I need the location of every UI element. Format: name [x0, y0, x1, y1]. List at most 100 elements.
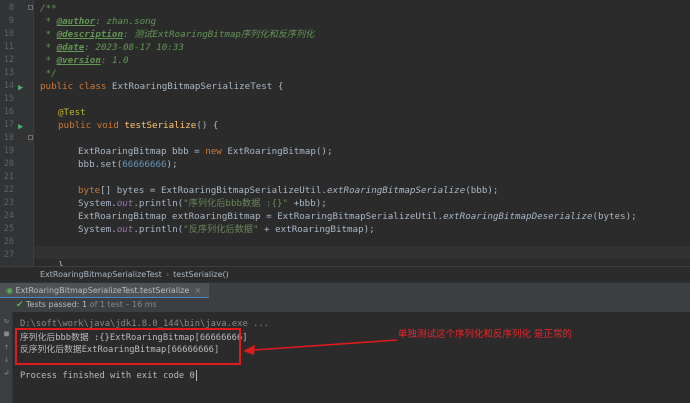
arrow-down-icon[interactable]: ↓ [2, 355, 11, 364]
line-number: 11 [3, 42, 14, 52]
number-literal: 66666666 [122, 159, 167, 170]
keyword: byte [78, 185, 101, 196]
code-line: byte[] bytes = ExtRoaringBitmapSerialize… [78, 184, 498, 197]
code-text: System. [78, 224, 117, 235]
javadoc-description: * @description: 测试ExtRoaringBitmap序列化和反序… [40, 29, 315, 40]
code-text: +bbb); [288, 198, 327, 209]
line-number: 15 [3, 94, 14, 104]
code-text: ); [166, 159, 178, 170]
fold-icon[interactable] [28, 5, 33, 10]
check-icon: ✔ [16, 300, 24, 310]
wrap-icon[interactable]: ↲ [2, 368, 11, 377]
string-literal: "反序列化后数据" [183, 224, 259, 235]
line-number: 24 [3, 211, 14, 221]
line-number: 18 [3, 133, 14, 143]
javadoc-value: : 测试ExtRoaringBitmap序列化和反序列化 [123, 29, 315, 40]
javadoc-open: /** [40, 3, 57, 14]
keyword: public void [58, 120, 125, 131]
javadoc-value: : zhan.song [95, 16, 157, 27]
run-tab-label: ExtRoaringBitmapSerializeTest.testSerial… [15, 286, 190, 295]
string-literal: "序列化后bbb数据 :{}" [183, 198, 289, 209]
arrow-up-icon[interactable]: ↑ [2, 342, 11, 351]
annotation-arrow [243, 339, 398, 355]
line-number: 8 [8, 3, 14, 13]
method-params: () { [196, 120, 219, 131]
code-text: .println( [133, 224, 184, 235]
javadoc-value: : 1.0 [100, 55, 129, 66]
code-line: System.out.println("序列化后bbb数据 :{}" +bbb)… [78, 197, 327, 210]
exit-message: Process finished with exit code 0 [20, 371, 195, 381]
arrow-head [243, 345, 255, 355]
javadoc-author: * @author: zhan.song [40, 16, 157, 27]
javadoc-tag: @author [56, 16, 96, 27]
closing-brace: } [58, 260, 64, 266]
close-icon[interactable]: × [194, 286, 201, 295]
run-toolbar: ↻ ■ ↑ ↓ ↲ [0, 312, 13, 403]
test-status-bar: ✔ Tests passed: 1 of 1 test – 16 ms [0, 298, 690, 312]
line-number: 23 [3, 198, 14, 208]
code-text: ExtRoaringBitmap(); [221, 146, 333, 157]
line-number: 26 [3, 237, 14, 247]
editor-gutter[interactable]: 8 9 10 11 12 13 14 15 16 17 18 19 20 21 … [0, 0, 34, 266]
fold-icon[interactable] [28, 135, 33, 140]
arrow-line [253, 339, 398, 351]
tests-passed-text: Tests passed: 1 of 1 test – 16 ms [26, 298, 157, 312]
javadoc-tag: @description [56, 29, 123, 40]
line-number: 19 [3, 146, 14, 156]
annotation-text: 单独测试这个序列化和反序列化 是正常的 [398, 329, 573, 340]
breadcrumb-method[interactable]: testSerialize() [173, 270, 229, 279]
class-declaration: public class ExtRoaringBitmapSerializeTe… [40, 80, 283, 93]
class-name: ExtRoaringBitmapSerializeTest [111, 81, 273, 92]
current-line-highlight [34, 246, 690, 259]
line-number: 16 [3, 107, 14, 117]
console-exit-line: Process finished with exit code 0 [20, 370, 197, 382]
code-text: .println( [133, 198, 184, 209]
line-number: 17 [3, 120, 14, 130]
test-config-icon: ◉ [6, 286, 13, 295]
brace: { [272, 81, 284, 92]
code-text: bbb.set( [78, 159, 123, 170]
code-editor[interactable]: 8 9 10 11 12 13 14 15 16 17 18 19 20 21 … [0, 0, 690, 266]
code-text: ExtRoaringBitmap extRoaringBitmap = ExtR… [78, 211, 444, 222]
method-declaration: public void testSerialize() { [58, 119, 218, 132]
code-text: + extRoaringBitmap); [258, 224, 375, 235]
code-text: [] bytes = ExtRoaringBitmapSerializeUtil… [100, 185, 327, 196]
code-text: (bytes); [592, 211, 637, 222]
breadcrumb-class[interactable]: ExtRoaringBitmapSerializeTest [40, 270, 162, 279]
code-line: ExtRoaringBitmap bbb = new ExtRoaringBit… [78, 145, 332, 158]
breadcrumb-separator: › [165, 270, 170, 279]
code-line: System.out.println("反序列化后数据" + extRoarin… [78, 223, 375, 236]
rerun-icon[interactable]: ↻ [2, 316, 11, 325]
code-text: ExtRoaringBitmap bbb = [78, 146, 206, 157]
stop-icon[interactable]: ■ [2, 329, 11, 338]
run-tab[interactable]: ◉ ExtRoaringBitmapSerializeTest.testSeri… [0, 283, 210, 299]
text-caret [195, 370, 197, 381]
static-method: extRoaringBitmapSerialize [326, 185, 466, 196]
tests-passed-label: Tests passed: [26, 300, 80, 309]
test-annotation: @Test [58, 107, 86, 118]
tests-passed-detail: of 1 test – 16 ms [89, 300, 157, 309]
line-number: 27 [3, 250, 14, 260]
javadoc-date: * @date: 2023-08-17 10:33 [40, 42, 184, 53]
run-test-icon[interactable]: ▶ [18, 123, 27, 132]
javadoc-tag: @date [56, 42, 85, 53]
line-number: 21 [3, 172, 14, 182]
run-test-icon[interactable]: ▶ [18, 84, 27, 93]
line-number: 13 [3, 68, 14, 78]
javadoc-tag: @version [56, 55, 101, 66]
static-field: out [116, 224, 134, 235]
static-field: out [116, 198, 134, 209]
javadoc-close: */ [40, 68, 57, 79]
line-number: 14 [3, 81, 14, 91]
line-number: 9 [8, 16, 14, 26]
code-line: bbb.set(66666666); [78, 158, 178, 171]
code-text: (bbb); [465, 185, 499, 196]
line-number: 22 [3, 185, 14, 195]
static-method: extRoaringBitmapDeserialize [443, 211, 593, 222]
line-number: 25 [3, 224, 14, 234]
tests-passed-count: 1 [82, 300, 88, 309]
javadoc-value: : 2023-08-17 10:33 [84, 42, 184, 53]
method-name: testSerialize [124, 120, 197, 131]
line-number: 20 [3, 159, 14, 169]
line-number: 12 [3, 55, 14, 65]
